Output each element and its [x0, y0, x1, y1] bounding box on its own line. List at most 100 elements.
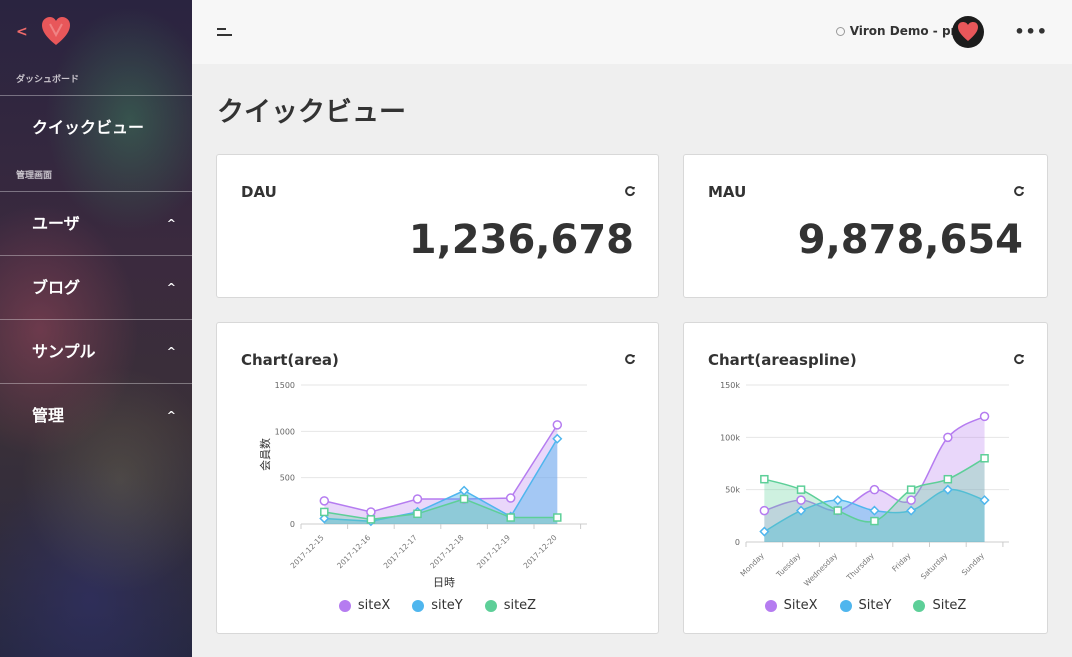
y-tick-label: 500 [280, 474, 295, 483]
sidebar-item-sample[interactable]: サンプル ^ [0, 319, 192, 383]
data-point-siteX [412, 494, 423, 504]
sidebar-item-quickview[interactable]: クイックビュー [0, 95, 192, 161]
topbar: Viron Demo - prd › ••• [192, 0, 1072, 64]
chevron-up-icon: ^ [166, 281, 176, 294]
page-title: クイックビュー [217, 97, 406, 128]
data-point-siteX [366, 507, 376, 517]
x-tick-label: Friday [890, 551, 913, 574]
card-title: Chart(area) [241, 351, 339, 369]
menu-toggle-icon[interactable] [217, 28, 233, 36]
data-point-siteX [552, 420, 563, 430]
data-point-siteZ [459, 494, 469, 504]
data-point-SiteZ [980, 454, 989, 463]
dau-value: 1,236,678 [408, 217, 634, 263]
chevron-up-icon: ^ [166, 409, 176, 422]
refresh-icon[interactable] [1013, 353, 1025, 365]
legend-item-SiteY[interactable]: SiteY [839, 598, 892, 613]
x-tick-label: Thursday [844, 551, 876, 583]
chevron-up-icon: ^ [166, 217, 176, 230]
legend-swatch [839, 599, 852, 612]
legend-item-SiteX[interactable]: SiteX [764, 598, 818, 613]
x-tick-label: 2017-12-16 [335, 533, 372, 570]
x-tick-label: Saturday [919, 551, 950, 582]
legend-label: siteZ [503, 598, 537, 613]
areaspline-chart-card: Chart(areaspline) 0 50k 100k 150k Monday Tues… [683, 322, 1048, 634]
y-tick-label: 0 [735, 538, 740, 547]
x-tick-label: 2017-12-17 [382, 533, 419, 570]
data-point-SiteX [796, 495, 806, 505]
y-tick-label: 0 [290, 520, 295, 529]
card-title: DAU [241, 183, 277, 201]
data-point-SiteX [759, 505, 770, 516]
x-tick-label: Sunday [960, 551, 987, 578]
legend-item-siteY[interactable]: siteY [412, 598, 463, 613]
x-tick-label: Monday [738, 551, 766, 579]
viron-logo-icon[interactable] [40, 15, 72, 47]
data-point-siteZ [366, 515, 376, 524]
legend-swatch [412, 599, 425, 612]
data-point-SiteX [979, 411, 990, 422]
mau-value: 9,878,654 [797, 217, 1023, 263]
sidebar-section-admin: 管理画面 [16, 171, 53, 181]
legend-label: siteY [431, 598, 463, 613]
sidebar-item-users[interactable]: ユーザ ^ [0, 191, 192, 255]
sidebar: < ダッシュボード クイックビュー 管理画面 ユーザ ^ ブログ ^ サンプル … [0, 0, 192, 657]
data-point-SiteX [943, 432, 953, 443]
y-tick-label: 50k [725, 486, 740, 495]
data-point-siteZ [320, 507, 329, 517]
data-point-SiteX [869, 484, 880, 495]
avatar[interactable] [952, 16, 984, 48]
data-point-SiteX [906, 495, 916, 505]
card-title: Chart(areaspline) [708, 351, 857, 369]
data-point-siteZ [413, 509, 422, 519]
back-icon[interactable]: < [16, 24, 28, 40]
x-tick-label: 2017-12-19 [475, 533, 512, 570]
sidebar-section-dashboard: ダッシュボード [16, 75, 80, 85]
legend-swatch [338, 599, 351, 612]
more-menu-icon[interactable]: ••• [1014, 22, 1048, 41]
y-tick-label: 1500 [275, 381, 295, 390]
legend-item-siteZ[interactable]: siteZ [484, 598, 537, 613]
y-tick-label: 100k [720, 433, 740, 442]
sidebar-header: < [0, 0, 192, 65]
x-tick-label: 2017-12-20 [522, 533, 559, 570]
refresh-icon[interactable] [1013, 185, 1025, 197]
data-point-SiteZ [943, 474, 953, 484]
data-point-SiteZ [906, 485, 916, 494]
dau-card: DAU 1,236,678 [216, 154, 659, 298]
endpoint-name: Viron Demo - prd [849, 24, 966, 38]
data-point-siteZ [506, 513, 515, 522]
legend-label: siteX [357, 598, 391, 613]
status-dot-icon [835, 26, 845, 36]
sidebar-item-blog[interactable]: ブログ ^ [0, 255, 192, 319]
legend-label: SiteY [858, 598, 892, 613]
data-point-SiteZ [870, 516, 879, 526]
viron-logo-icon [958, 22, 978, 41]
legend-item-siteX[interactable]: siteX [338, 598, 391, 613]
sidebar-item-admin[interactable]: 管理 ^ [0, 383, 192, 447]
x-tick-label: 2017-12-15 [289, 533, 326, 570]
legend-item-SiteZ[interactable]: SiteZ [913, 598, 966, 613]
sidebar-item-label: サンプル [32, 342, 96, 361]
data-point-siteZ [553, 513, 562, 522]
area-chart-card: Chart(area) 0 500 1000 1500 2017-12-15 2017-1… [216, 322, 659, 634]
y-axis-label: 会員数 [259, 438, 272, 471]
legend-label: SiteX [783, 598, 818, 613]
card-title: MAU [708, 183, 747, 201]
chevron-up-icon: ^ [166, 345, 176, 358]
sidebar-item-label: クイックビュー [32, 118, 145, 137]
legend-swatch [913, 599, 926, 612]
data-point-SiteZ [833, 506, 842, 515]
refresh-icon[interactable] [624, 353, 636, 365]
sidebar-item-label: 管理 [32, 406, 65, 425]
data-point-SiteZ [796, 485, 806, 494]
areaspline-chart: 0 50k 100k 150k Monday Tuesday Wednesday Thursd… [720, 381, 1009, 588]
data-point-SiteZ [760, 474, 769, 484]
mau-card: MAU 9,878,654 [683, 154, 1048, 298]
chart-legend: siteX siteY siteZ [217, 598, 658, 613]
x-axis-label: 日時 [433, 576, 455, 589]
refresh-icon[interactable] [624, 185, 636, 197]
area-chart: 0 500 1000 1500 2017-12-15 2017-12-16 2017-12-… [259, 381, 587, 589]
data-point-siteX [319, 496, 330, 506]
legend-swatch [764, 599, 777, 612]
